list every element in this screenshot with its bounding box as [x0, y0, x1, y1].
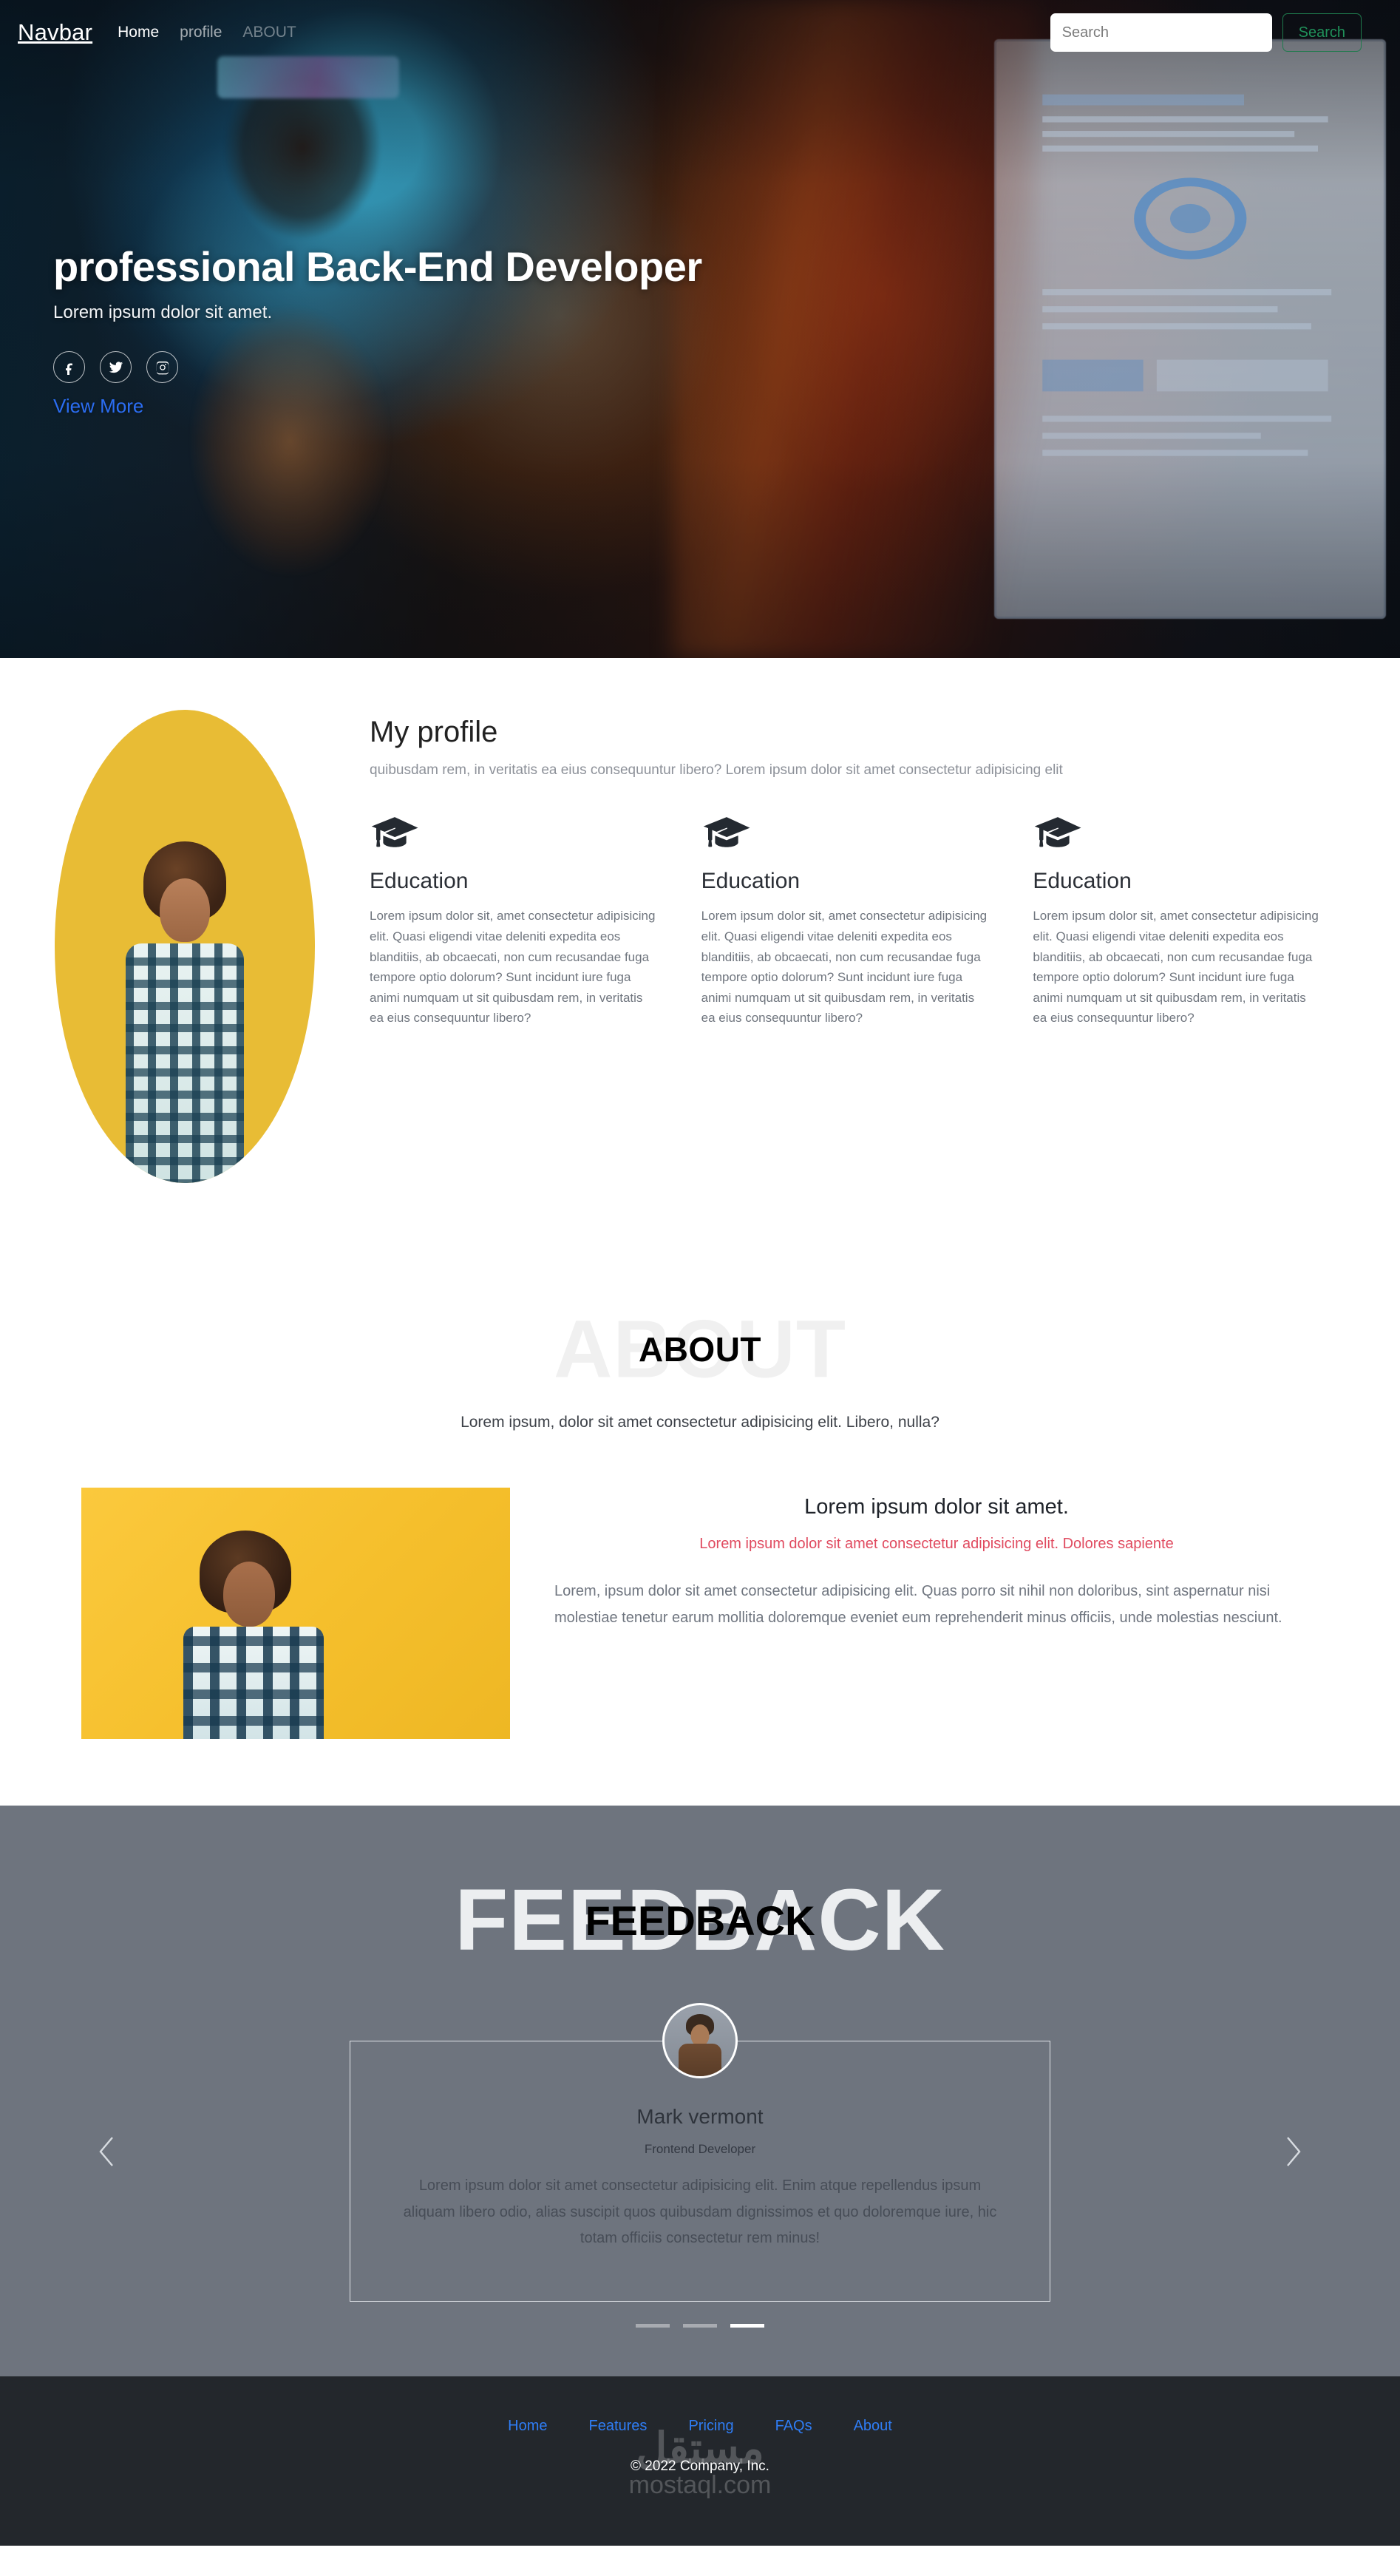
profile-section: My profile quibusdam rem, in veritatis e… [0, 658, 1400, 1294]
carousel-next-button[interactable] [1271, 2129, 1315, 2174]
about-row: Lorem ipsum dolor sit amet. Lorem ipsum … [0, 1488, 1400, 1739]
about-heading: ABOUT ABOUT [0, 1294, 1400, 1405]
search-input[interactable] [1050, 13, 1272, 52]
testimonial-card: Mark vermont Frontend Developer Lorem ip… [350, 2003, 1050, 2302]
education-body: Lorem ipsum dolor sit, amet consectetur … [370, 909, 656, 1026]
profile-image-wrap [0, 702, 370, 1183]
hero-section: Navbar Home profile ABOUT Search profess… [0, 0, 1400, 658]
nav-link-home[interactable]: Home [118, 24, 159, 41]
about-image [81, 1488, 510, 1739]
hero-title: professional Back-End Developer [53, 243, 702, 290]
search-button[interactable]: Search [1282, 13, 1362, 52]
testimonial-carousel: Mark vermont Frontend Developer Lorem ip… [0, 2002, 1400, 2302]
footer-links: Home Features Pricing FAQs About [0, 2418, 1400, 2435]
profile-avatar [55, 710, 315, 1183]
education-title: Education [1033, 869, 1132, 894]
graduation-cap-icon [703, 817, 750, 848]
navbar-search-group: Search [1050, 13, 1362, 52]
carousel-indicators [0, 2323, 1400, 2328]
hero-subtitle: Lorem ipsum dolor sit amet. [53, 302, 273, 322]
nav-link-about[interactable]: ABOUT [242, 24, 296, 41]
footer: Home Features Pricing FAQs About مستقل m… [0, 2376, 1400, 2546]
profile-person-illustration [107, 799, 262, 1183]
carousel-indicator-2[interactable] [683, 2323, 717, 2328]
education-body: Lorem ipsum dolor sit, amet consectetur … [701, 909, 988, 1026]
testimonial-avatar [662, 2003, 738, 2078]
about-section: ABOUT ABOUT Lorem ipsum, dolor sit amet … [0, 1294, 1400, 1806]
feedback-heading: FEEDBACK FEEDBACK [0, 1857, 1400, 1983]
landing-page: Navbar Home profile ABOUT Search profess… [0, 0, 1400, 2546]
instagram-icon[interactable] [146, 351, 178, 383]
testimonial-quote: Lorem ipsum dolor sit amet consectetur a… [403, 2177, 997, 2247]
education-title: Education [370, 869, 469, 894]
footer-link-faqs[interactable]: FAQs [775, 2418, 812, 2435]
graduation-cap-icon [371, 817, 418, 848]
about-subtitle: Lorem ipsum dolor sit amet consectetur a… [699, 1536, 1174, 1552]
footer-link-home[interactable]: Home [508, 2418, 547, 2435]
graduation-cap-icon [1035, 817, 1081, 848]
education-title: Education [701, 869, 801, 894]
education-card: Education Lorem ipsum dolor sit, amet co… [1033, 815, 1323, 1028]
about-title: Lorem ipsum dolor sit amet. [804, 1495, 1069, 1519]
footer-link-about[interactable]: About [854, 2418, 892, 2435]
footer-copyright: © 2022 Company, Inc. [631, 2458, 769, 2474]
education-body: Lorem ipsum dolor sit, amet consectetur … [1033, 909, 1319, 1026]
carousel-prev-button[interactable] [85, 2129, 129, 2174]
watermark-latin: mostaql.com [628, 2471, 772, 2500]
about-text: Lorem ipsum dolor sit amet. Lorem ipsum … [554, 1488, 1319, 1632]
carousel-indicator-1[interactable] [636, 2323, 670, 2328]
nav-link-profile[interactable]: profile [180, 24, 222, 41]
hero-social-links [53, 351, 702, 383]
education-grid: Education Lorem ipsum dolor sit, amet co… [370, 815, 1323, 1028]
navbar-brand[interactable]: Navbar [18, 19, 92, 46]
feedback-heading-foreground: FEEDBACK [585, 1897, 815, 1944]
navbar-links: Home profile ABOUT [118, 24, 296, 41]
hero-content: professional Back-End Developer Lorem ip… [53, 243, 702, 418]
profile-title: My profile [370, 716, 498, 748]
view-more-link[interactable]: View More [53, 395, 143, 418]
navbar: Navbar Home profile ABOUT Search [0, 0, 1400, 65]
feedback-section: FEEDBACK FEEDBACK Mark vermont Frontend … [0, 1806, 1400, 2376]
chevron-left-icon [99, 2137, 113, 2167]
about-heading-foreground: ABOUT [638, 1330, 762, 1369]
profile-content: My profile quibusdam rem, in veritatis e… [370, 702, 1400, 1183]
hero-monitor-graphic [1041, 94, 1331, 456]
education-card: Education Lorem ipsum dolor sit, amet co… [701, 815, 992, 1028]
carousel-indicator-3[interactable] [730, 2323, 764, 2328]
testimonial-role: Frontend Developer [644, 2142, 756, 2156]
facebook-icon[interactable] [53, 351, 85, 383]
education-card: Education Lorem ipsum dolor sit, amet co… [370, 815, 660, 1028]
footer-link-pricing[interactable]: Pricing [688, 2418, 733, 2435]
chevron-right-icon [1287, 2137, 1301, 2167]
footer-link-features[interactable]: Features [589, 2418, 648, 2435]
twitter-icon[interactable] [100, 351, 132, 383]
about-paragraph: Lorem, ipsum dolor sit amet consectetur … [554, 1583, 1282, 1627]
about-lead: Lorem ipsum, dolor sit amet consectetur … [461, 1414, 939, 1431]
profile-lead: quibusdam rem, in veritatis ea eius cons… [370, 762, 1063, 778]
testimonial-name: Mark vermont [636, 2105, 764, 2128]
